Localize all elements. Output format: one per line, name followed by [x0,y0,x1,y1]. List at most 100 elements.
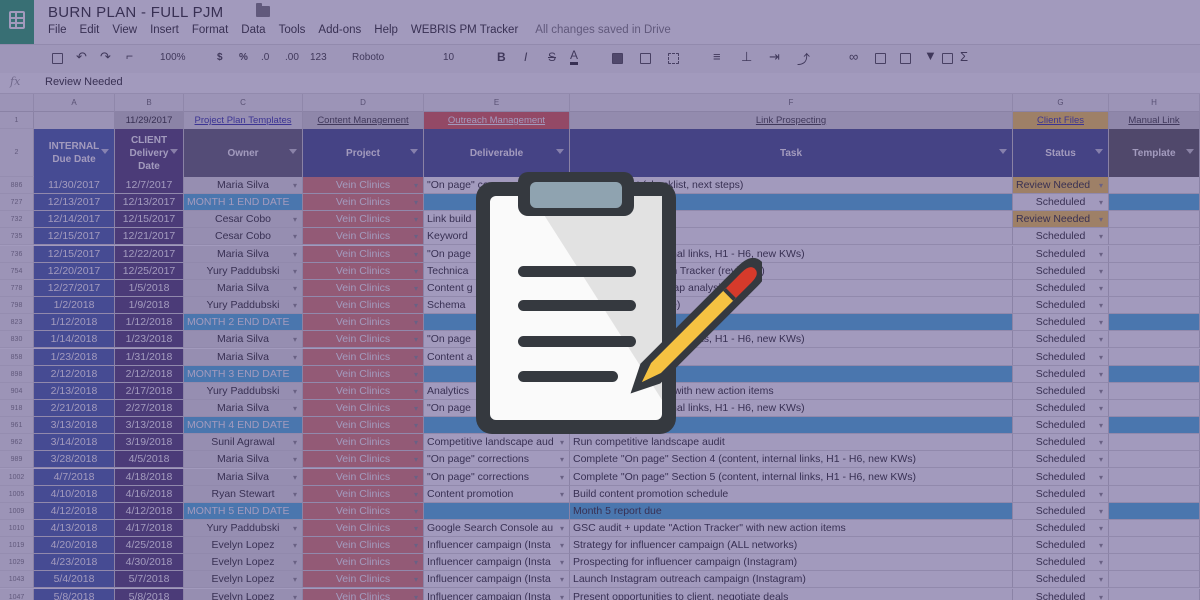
cell-a[interactable]: 12/14/2017 [34,211,115,229]
more-formats-button[interactable]: 123 [310,52,327,63]
cell-g[interactable]: Scheduled [1013,417,1109,435]
select-all-corner[interactable] [0,94,34,112]
cell-g[interactable]: Review Needed [1013,211,1109,229]
header-d[interactable]: Project [303,129,424,177]
filter-dropdown-icon[interactable] [999,149,1007,154]
cell-c[interactable]: Maria Silva [184,468,303,486]
cell-h[interactable] [1109,537,1200,555]
cell-d[interactable]: Vein Clinics [303,451,424,469]
cell-h[interactable] [1109,399,1200,417]
menu-item-edit[interactable]: Edit [80,24,100,40]
cell-e[interactable]: Influencer campaign (Insta [424,554,570,572]
cell-a[interactable]: 12/20/2017 [34,262,115,280]
cell-b[interactable]: 2/17/2018 [115,382,184,400]
row1-cell-c[interactable]: Project Plan Templates [184,112,303,129]
cell-d[interactable]: Vein Clinics [303,314,424,332]
filter-dropdown-icon[interactable] [1095,149,1103,154]
cell-c[interactable]: MONTH 1 END DATE [184,194,303,212]
cell-d[interactable]: Vein Clinics [303,537,424,555]
row-number[interactable]: 886 [0,177,34,194]
row-number[interactable]: 727 [0,194,34,212]
cell-c[interactable]: Maria Silva [184,245,303,263]
cell-h[interactable] [1109,468,1200,486]
filter-dropdown-icon[interactable] [170,149,178,154]
cell-d[interactable]: Vein Clinics [303,468,424,486]
cell-g[interactable]: Scheduled [1013,502,1109,520]
cell-f[interactable]: GSC audit + update "Action Tracker" with… [570,520,1013,537]
currency-format-button[interactable]: $ [217,52,223,63]
cell-g[interactable]: Scheduled [1013,554,1109,572]
column-header-g[interactable]: G [1013,94,1109,112]
cell-g[interactable]: Scheduled [1013,571,1109,589]
cell-g[interactable]: Scheduled [1013,588,1109,600]
cell-a[interactable]: 4/10/2018 [34,485,115,503]
row-number[interactable]: 1019 [0,537,34,555]
row-number[interactable]: 736 [0,245,34,263]
strikethrough-button[interactable]: S [548,50,556,64]
cell-a[interactable]: 1/23/2018 [34,348,115,366]
cell-a[interactable]: 4/13/2018 [34,520,115,537]
cell-c[interactable]: MONTH 4 END DATE [184,417,303,435]
cell-b[interactable]: 3/13/2018 [115,417,184,435]
row1-cell-b[interactable]: 11/29/2017 [115,112,184,129]
text-color-button[interactable]: A [570,49,579,65]
insert-chart-icon[interactable] [900,53,911,64]
cell-b[interactable]: 4/25/2018 [115,537,184,555]
row-number[interactable]: 735 [0,228,34,246]
cell-a[interactable]: 5/4/2018 [34,571,115,589]
cell-h[interactable] [1109,434,1200,452]
cell-h[interactable] [1109,451,1200,469]
cell-a[interactable]: 11/30/2017 [34,177,115,194]
cell-c[interactable]: Ryan Stewart [184,485,303,503]
cell-a[interactable]: 4/23/2018 [34,554,115,572]
filter-dropdown-icon[interactable] [101,149,109,154]
cell-e[interactable]: "On page" corrections [424,468,570,486]
cell-e[interactable]: Influencer campaign (Insta [424,537,570,555]
cell-a[interactable]: 3/14/2018 [34,434,115,452]
cell-d[interactable]: Vein Clinics [303,331,424,349]
menu-item-file[interactable]: File [48,24,67,40]
cell-a[interactable]: 2/21/2018 [34,399,115,417]
cell-e[interactable]: Google Search Console au [424,520,570,537]
cell-h[interactable] [1109,297,1200,315]
cell-g[interactable]: Scheduled [1013,228,1109,246]
row-number[interactable]: 1 [0,112,34,129]
cell-g[interactable]: Scheduled [1013,382,1109,400]
cell-h[interactable] [1109,194,1200,212]
cell-d[interactable]: Vein Clinics [303,228,424,246]
cell-a[interactable]: 12/15/2017 [34,228,115,246]
cell-b[interactable]: 12/25/2017 [115,262,184,280]
cell-b[interactable]: 4/30/2018 [115,554,184,572]
cell-g[interactable]: Scheduled [1013,331,1109,349]
cell-h[interactable] [1109,314,1200,332]
formula-input[interactable]: Review Needed [45,76,123,88]
row-number[interactable]: 1010 [0,520,34,537]
cell-g[interactable]: Review Needed [1013,177,1109,194]
functions-button[interactable]: Σ [960,49,968,64]
row-number[interactable]: 1009 [0,502,34,520]
cell-a[interactable]: 3/28/2018 [34,451,115,469]
row-number[interactable]: 904 [0,382,34,400]
cell-c[interactable]: Yury Paddubski [184,297,303,315]
row1-cell-e[interactable]: Outreach Management [424,112,570,129]
cell-f[interactable]: Prospecting for influencer campaign (Ins… [570,554,1013,572]
cell-b[interactable]: 4/5/2018 [115,451,184,469]
cell-b[interactable]: 4/17/2018 [115,520,184,537]
cell-c[interactable]: Yury Paddubski [184,520,303,537]
cell-b[interactable]: 4/12/2018 [115,502,184,520]
cell-a[interactable]: 3/13/2018 [34,417,115,435]
cell-b[interactable]: 1/31/2018 [115,348,184,366]
header-c[interactable]: Owner [184,129,303,177]
cell-a[interactable]: 1/2/2018 [34,297,115,315]
cell-d[interactable]: Vein Clinics [303,520,424,537]
cell-b[interactable]: 12/13/2017 [115,194,184,212]
cell-b[interactable]: 12/22/2017 [115,245,184,263]
fill-color-icon[interactable] [612,53,623,64]
cell-c[interactable]: Evelyn Lopez [184,537,303,555]
folder-icon[interactable] [256,3,270,17]
header-g[interactable]: Status [1013,129,1109,177]
cell-c[interactable]: MONTH 2 END DATE [184,314,303,332]
cell-c[interactable]: Sunil Agrawal [184,434,303,452]
menu-item-tools[interactable]: Tools [279,24,306,40]
cell-a[interactable]: 2/13/2018 [34,382,115,400]
